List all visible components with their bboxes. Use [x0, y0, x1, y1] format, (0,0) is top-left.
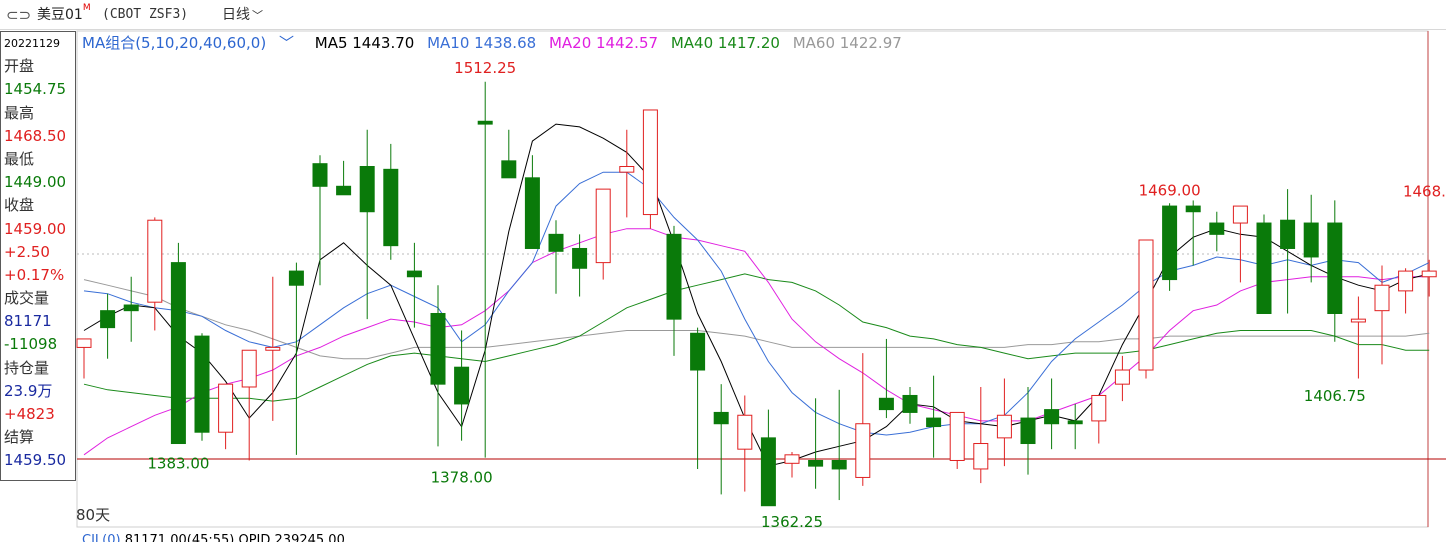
candle	[808, 459, 824, 467]
candle	[477, 120, 493, 125]
candle	[1256, 222, 1272, 314]
high-annotation: 1468.5	[1403, 183, 1446, 201]
candle	[1303, 222, 1319, 258]
ma60-line	[83, 279, 1430, 360]
candle	[690, 332, 706, 371]
candle	[1138, 239, 1154, 371]
range-label: 80天	[76, 506, 111, 524]
candle	[1350, 318, 1366, 323]
ma20-line	[83, 228, 1430, 456]
low-annotation: 1362.25	[761, 513, 823, 531]
candle	[288, 270, 304, 286]
candle	[878, 397, 894, 411]
candle	[548, 233, 564, 252]
candle	[1421, 270, 1437, 278]
cjl-indicator[interactable]: CJL(0)	[82, 533, 121, 542]
candle	[1185, 205, 1201, 213]
candle	[760, 437, 776, 507]
low-annotation: 1406.75	[1304, 387, 1366, 405]
candle	[784, 454, 800, 464]
candle	[100, 310, 116, 329]
plot-frame	[76, 30, 1429, 528]
candle	[218, 383, 234, 433]
candlestick-chart[interactable]: 1383.00 1378.00 1512.25 1362.25 1469.00 1406.…	[0, 0, 1446, 542]
cjl-values: 81171.00(45:55) OPID 239245.00	[124, 533, 345, 542]
candle	[737, 414, 753, 450]
candle	[572, 247, 588, 269]
candle	[595, 188, 611, 264]
candle	[501, 160, 517, 179]
candle	[265, 346, 281, 351]
candle	[1067, 420, 1083, 425]
candle	[855, 423, 871, 478]
candle	[1114, 369, 1130, 385]
candle	[973, 443, 989, 470]
high-annotation: 1512.25	[454, 59, 516, 77]
candle	[642, 109, 658, 216]
candle	[1232, 205, 1248, 224]
candle	[147, 219, 163, 303]
candle	[1398, 270, 1414, 292]
candle	[123, 304, 139, 312]
high-annotation: 1469.00	[1139, 181, 1201, 199]
candle	[1327, 222, 1343, 314]
indicator-bar: CJL(0) 81171.00(45:55) OPID 239245.00	[76, 530, 1446, 542]
candle	[241, 349, 257, 388]
candle	[1020, 417, 1036, 445]
candle	[996, 414, 1012, 439]
candle	[312, 163, 328, 187]
candle	[454, 366, 470, 405]
candle	[949, 411, 965, 461]
candle	[430, 312, 446, 385]
candle	[1209, 222, 1225, 235]
ma40-line	[83, 273, 1430, 402]
candle	[524, 177, 540, 249]
candle	[1374, 284, 1390, 312]
candle	[1044, 409, 1060, 425]
candle	[383, 168, 399, 247]
candle	[406, 270, 422, 278]
candle	[619, 166, 635, 173]
candle	[170, 262, 186, 445]
candle	[1162, 205, 1178, 281]
low-annotation: 1383.00	[147, 454, 209, 472]
candle	[666, 233, 682, 320]
low-annotation: 1378.00	[431, 468, 493, 486]
candle	[194, 335, 210, 433]
candle	[831, 459, 847, 470]
ma10-line	[83, 171, 1430, 436]
candle	[76, 338, 92, 348]
candle	[359, 166, 375, 213]
candle	[336, 185, 352, 196]
ma5-line	[83, 123, 1430, 467]
candle	[926, 417, 942, 428]
candle	[1280, 219, 1296, 249]
candle	[713, 411, 729, 425]
candle	[902, 394, 918, 413]
candle	[1091, 394, 1107, 422]
